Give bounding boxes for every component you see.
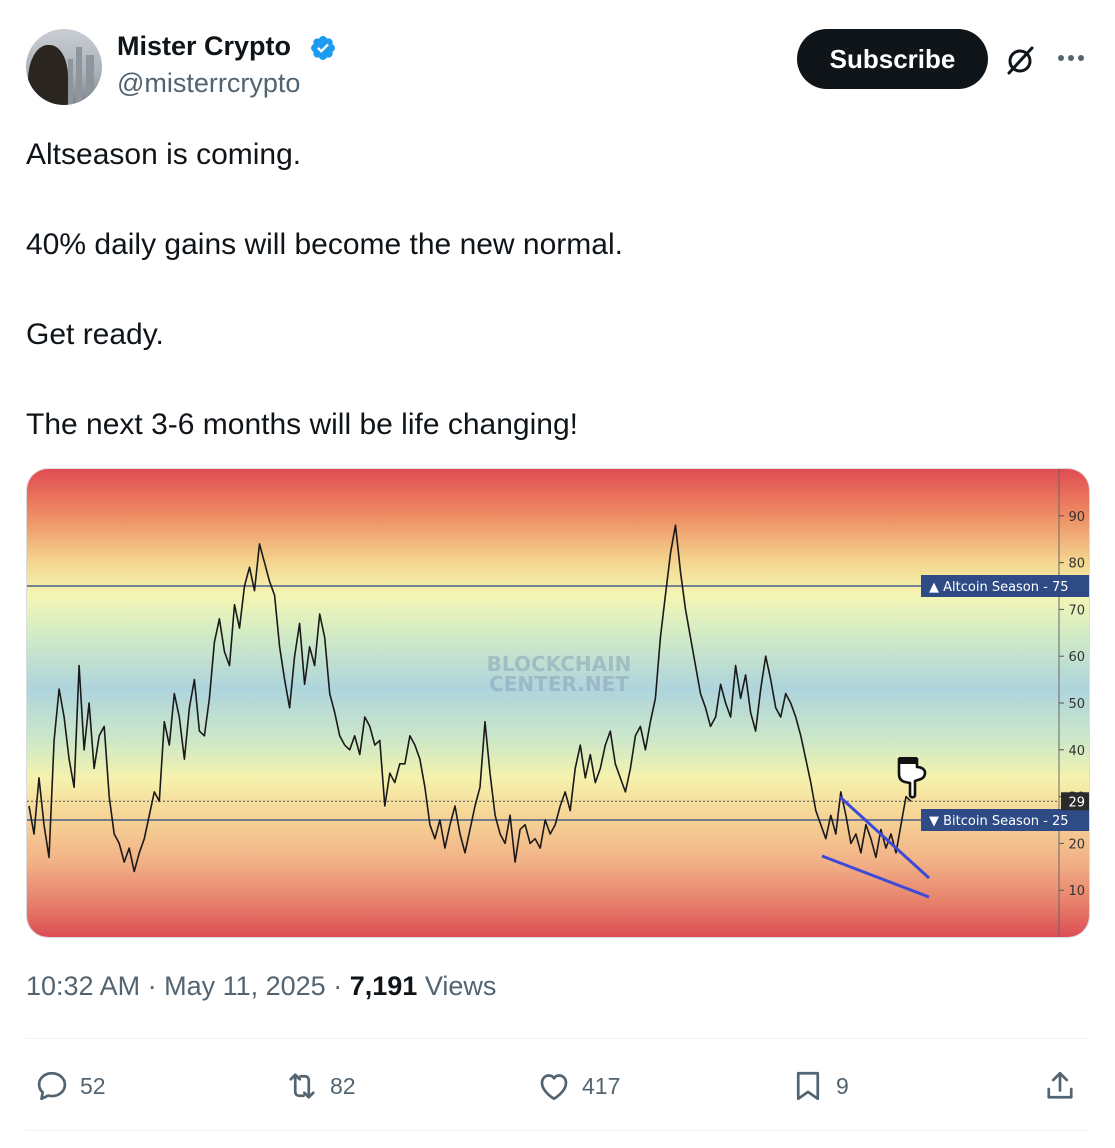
views-count: 7,191 bbox=[349, 971, 418, 1001]
tweet-time[interactable]: 10:32 AM bbox=[26, 971, 140, 1001]
repost-count: 82 bbox=[330, 1072, 356, 1099]
current-value-badge: 29 bbox=[1061, 792, 1089, 811]
tweet-line: Get ready. bbox=[26, 318, 164, 351]
divider bbox=[26, 1038, 1088, 1039]
current-value-label: 29 bbox=[1068, 795, 1085, 810]
author-name[interactable]: Mister Crypto bbox=[117, 31, 291, 62]
y-tick-label: 10 bbox=[1068, 884, 1085, 899]
divider bbox=[26, 1130, 1088, 1131]
season-label: ▲ Altcoin Season - 75 bbox=[929, 580, 1069, 595]
tweet-date[interactable]: May 11, 2025 bbox=[164, 971, 326, 1001]
y-tick-label: 40 bbox=[1068, 744, 1085, 759]
watermark-line-2: CENTER.NET bbox=[489, 672, 629, 696]
grok-icon[interactable] bbox=[1004, 44, 1036, 76]
reply-button[interactable]: 52 bbox=[34, 1062, 106, 1110]
reply-count: 52 bbox=[80, 1072, 106, 1099]
y-tick-label: 20 bbox=[1068, 837, 1085, 852]
y-tick-label: 80 bbox=[1068, 557, 1085, 572]
share-button[interactable] bbox=[1042, 1062, 1078, 1110]
like-icon bbox=[540, 1074, 568, 1101]
season-label: ▼ Bitcoin Season - 25 bbox=[929, 814, 1069, 829]
y-tick-label: 90 bbox=[1068, 510, 1085, 525]
author-handle[interactable]: @misterrcrypto bbox=[117, 68, 300, 99]
views-label: Views bbox=[424, 971, 497, 1001]
bookmark-button[interactable]: 9 bbox=[790, 1062, 849, 1110]
y-tick-label: 70 bbox=[1068, 603, 1085, 618]
more-icon[interactable] bbox=[1055, 46, 1087, 70]
y-tick-label: 60 bbox=[1068, 650, 1085, 665]
repost-button[interactable]: 82 bbox=[284, 1062, 356, 1110]
action-bar: 52 82 417 9 bbox=[26, 1062, 1088, 1110]
share-icon bbox=[1047, 1071, 1073, 1099]
tweet-media-chart[interactable]: 102030405060708090 ▲ Altcoin Season - 75… bbox=[26, 468, 1090, 938]
tweet-line bbox=[26, 267, 1086, 312]
tweet-text: Altseason is coming. 40% daily gains wil… bbox=[26, 132, 1086, 447]
y-tick-label: 50 bbox=[1068, 697, 1085, 712]
like-count: 417 bbox=[582, 1072, 621, 1099]
subscribe-button[interactable]: Subscribe bbox=[797, 29, 988, 89]
reply-icon bbox=[37, 1071, 67, 1101]
tweet-line: Altseason is coming. bbox=[26, 138, 302, 171]
meta-separator: · bbox=[333, 971, 350, 1001]
tweet-line: The next 3-6 months will be life changin… bbox=[26, 408, 578, 441]
tweet-line bbox=[26, 357, 1086, 402]
tweet-line: 40% daily gains will become the new norm… bbox=[26, 228, 623, 261]
avatar[interactable] bbox=[26, 29, 102, 105]
chart-background bbox=[27, 469, 1089, 937]
meta-separator: · bbox=[147, 971, 165, 1001]
repost-icon bbox=[289, 1073, 315, 1099]
bookmark-icon bbox=[796, 1071, 820, 1101]
verified-badge-icon bbox=[311, 36, 335, 60]
tweet-line bbox=[26, 177, 1086, 222]
tweet-meta: 10:32 AM · May 11, 2025 · 7,191 Views bbox=[26, 971, 496, 1002]
like-button[interactable]: 417 bbox=[536, 1062, 620, 1110]
bookmark-count: 9 bbox=[836, 1072, 849, 1099]
